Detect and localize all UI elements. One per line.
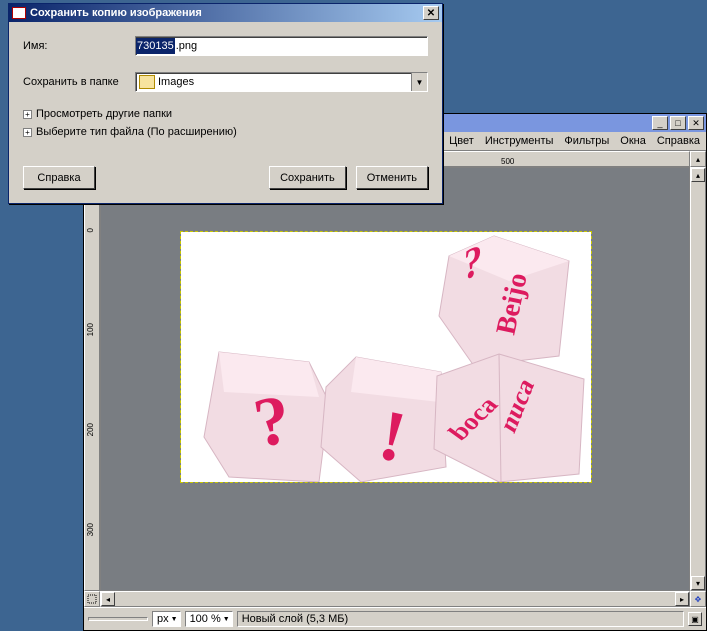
zoom-selector[interactable]: 100 %▼: [185, 611, 233, 627]
maximize-button[interactable]: □: [670, 116, 686, 130]
scroll-right-button[interactable]: ▸: [675, 592, 689, 606]
menu-windows[interactable]: Окна: [620, 135, 646, 147]
cancel-button[interactable]: Отменить: [356, 166, 428, 189]
dice-image: ? ! ? Beijo: [181, 232, 591, 482]
app-icon: [12, 7, 26, 19]
help-button[interactable]: Справка: [23, 166, 95, 189]
scroll-down-button[interactable]: ▾: [691, 576, 705, 590]
expander-label: Выберите тип файла (По расширению): [36, 126, 237, 138]
ruler-tick: 500: [501, 157, 514, 166]
zoom-value: 100 %: [190, 613, 221, 625]
pointer-position: [88, 617, 148, 621]
folder-selector[interactable]: Images ▼: [135, 72, 428, 92]
scroll-up-button[interactable]: ▴: [691, 168, 705, 182]
minimize-button[interactable]: _: [652, 116, 668, 130]
dialog-titlebar: Сохранить копию изображения ✕: [9, 4, 442, 22]
cancel-op-button[interactable]: ▣: [688, 612, 702, 626]
horizontal-scrollbar[interactable]: ◂ ▸: [100, 591, 690, 607]
image-content: ? ! ? Beijo: [181, 232, 591, 482]
file-type-expander[interactable]: + Выберите тип файла (По расширению): [23, 126, 428, 138]
menu-help[interactable]: Справка: [657, 135, 700, 147]
save-copy-dialog: Сохранить копию изображения ✕ Имя: 73013…: [8, 3, 443, 204]
unit-value: px: [157, 613, 169, 625]
menu-tools[interactable]: Инструменты: [485, 135, 554, 147]
ruler-tick: 0: [86, 228, 95, 232]
unit-selector[interactable]: px▼: [152, 611, 181, 627]
ruler-corner-tr: ▴: [690, 151, 706, 167]
browse-folders-expander[interactable]: + Просмотреть другие папки: [23, 108, 428, 120]
filename-selection: 730135: [136, 38, 175, 54]
svg-text:?: ?: [462, 234, 483, 291]
status-message: Новый слой (5,3 МБ): [237, 611, 684, 627]
navigation-button[interactable]: ✥: [690, 591, 706, 607]
expander-label: Просмотреть другие папки: [36, 108, 172, 120]
ruler-tick: 200: [86, 423, 95, 436]
ruler-tick: 300: [86, 523, 95, 536]
folder-label: Сохранить в папке: [23, 76, 135, 88]
folder-icon: [139, 75, 155, 89]
chevron-down-icon: ▼: [411, 73, 427, 91]
close-button[interactable]: ✕: [688, 116, 704, 130]
name-label: Имя:: [23, 40, 135, 52]
save-button[interactable]: Сохранить: [269, 166, 346, 189]
ruler-tick: 100: [86, 323, 95, 336]
status-bar: px▼ 100 %▼ Новый слой (5,3 МБ) ▣: [84, 607, 706, 630]
filename-input[interactable]: 730135.png: [135, 36, 428, 56]
quickmask-button[interactable]: [84, 591, 100, 607]
scroll-left-button[interactable]: ◂: [101, 592, 115, 606]
menu-color[interactable]: Цвет: [449, 135, 474, 147]
vertical-scrollbar[interactable]: ▴ ▾: [690, 167, 706, 591]
filename-extension: .png: [175, 38, 198, 54]
folder-value: Images: [158, 76, 411, 88]
dialog-title: Сохранить копию изображения: [30, 7, 202, 19]
menu-filters[interactable]: Фильтры: [564, 135, 609, 147]
plus-icon: +: [23, 110, 32, 119]
canvas[interactable]: ? ! ? Beijo: [100, 167, 690, 591]
vertical-ruler[interactable]: 0 100 200 300: [84, 167, 100, 591]
canvas-area: ▾ 300 400 500 ▴ 0 100 200 300 ?: [84, 150, 706, 607]
plus-icon: +: [23, 128, 32, 137]
dialog-close-button[interactable]: ✕: [423, 6, 439, 20]
